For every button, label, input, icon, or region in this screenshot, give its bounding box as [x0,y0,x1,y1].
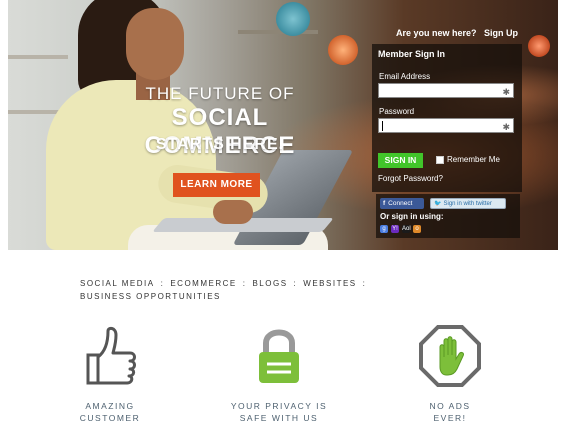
yahoo-icon[interactable]: Y! [391,225,399,233]
tags-line-1: SOCIAL MEDIA: ECOMMERCE: BLOGS: WEBSITES: [80,279,372,292]
password-field[interactable]: ✱ [378,118,514,133]
hero-headline-1: THE FUTURE OF [145,84,295,103]
password-label: Password [379,107,415,116]
signup-link[interactable]: Sign Up [484,28,518,38]
learn-more-button[interactable]: LEARN MORE [173,173,260,197]
facebook-connect-button[interactable]: f Connect [380,198,424,209]
feature-caption-line: YOUR PRIVACY IS [230,401,328,411]
background-lamp [276,2,310,36]
google-icon[interactable]: g [380,225,388,233]
feature-caption: NO ADS EVER! [395,400,505,424]
facebook-icon: f [383,200,386,207]
remember-me-checkbox[interactable] [436,156,444,164]
feature-caption-line: EVER! [433,413,467,423]
tag-websites: WEBSITES [303,279,357,288]
woman-figure [213,200,253,224]
background-lamp [328,35,358,65]
openid-icon[interactable]: o [413,225,421,233]
tag-ecommerce: ECOMMERCE [170,279,237,288]
tag-separator: : [242,279,247,288]
tag-separator: : [293,279,298,288]
signin-button[interactable]: SIGN IN [378,153,423,168]
email-field[interactable]: ✱ [378,83,514,98]
tag-separator: : [362,279,367,288]
member-signin-panel: Member Sign In Email Address ✱ Password … [372,44,522,192]
feature-caption-line: SAFE WITH US [239,413,319,423]
hero-headline-3: STARTS HERE. [155,136,285,153]
twitter-icon: 🐦 [434,201,442,207]
thumbs-up-icon [86,326,136,385]
stop-hand-icon [419,325,481,387]
twitter-signin-button[interactable]: 🐦 Sign in with twitter [430,198,506,209]
feature-customer: AMAZING CUSTOMER [55,325,165,424]
signup-prompt: Are you new here? Sign Up [390,27,522,41]
email-label: Email Address [379,72,431,81]
forgot-password-link[interactable]: Forgot Password? [378,174,443,183]
feature-caption-line: NO ADS [429,401,471,411]
aol-icon[interactable]: Aol [402,225,411,233]
remember-me-label: Remember Me [447,155,500,164]
tag-blogs: BLOGS [252,279,288,288]
feature-caption: AMAZING CUSTOMER [55,400,165,424]
text-cursor [382,121,383,131]
tag-separator: : [160,279,165,288]
social-signin-panel: f Connect 🐦 Sign in with twitter Or sign i… [376,194,520,238]
feature-caption-line: AMAZING [85,401,135,411]
woman-figure [126,8,184,80]
signin-title: Member Sign In [378,49,446,59]
key-icon: ✱ [502,122,510,132]
background-shelf [238,30,318,34]
facebook-connect-label: Connect [388,200,413,207]
tag-business-opportunities: BUSINESS OPPORTUNITIES [80,292,221,301]
twitter-signin-label: Sign in with twitter [443,201,492,207]
feature-privacy: YOUR PRIVACY IS SAFE WITH US [224,325,334,424]
padlock-icon [259,329,299,383]
background-lamp [528,35,550,57]
alt-signin-label: Or sign in using: [380,212,444,221]
feature-caption: YOUR PRIVACY IS SAFE WITH US [224,400,334,424]
background-shelf [8,55,68,59]
tag-social-media: SOCIAL MEDIA [80,279,155,288]
feature-caption-line: CUSTOMER [79,413,141,423]
key-icon: ✱ [502,87,510,97]
feature-no-ads: NO ADS EVER! [395,325,505,424]
signup-question: Are you new here? [396,28,477,38]
category-tags: SOCIAL MEDIA: ECOMMERCE: BLOGS: WEBSITES: B… [80,279,372,305]
